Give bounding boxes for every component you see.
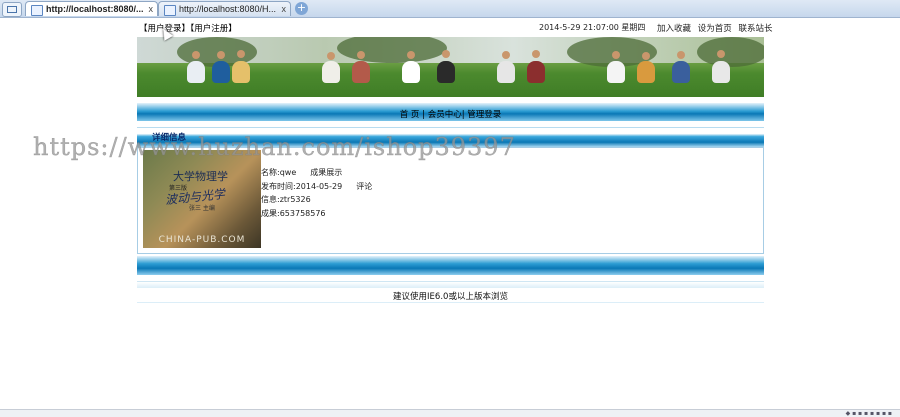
page-favicon-icon: [31, 5, 43, 16]
footer-text: 建议使用IE6.0或以上版本浏览: [393, 292, 508, 302]
banner-image: [137, 37, 764, 97]
top-info-bar: 【用户登录】【用户注册】 2014-5-29 21:07:00 星期四 加入收藏…: [137, 20, 772, 34]
current-datetime: 2014-5-29 21:07:00 星期四: [539, 23, 646, 32]
nav-separator: |: [422, 110, 425, 120]
new-tab-icon[interactable]: +: [295, 2, 308, 15]
nav-member-center[interactable]: 会员中心: [428, 110, 462, 120]
contact-admin-link[interactable]: 联系站长: [738, 24, 772, 34]
page-favicon-icon: [164, 5, 176, 16]
browser-tab-inactive[interactable]: http://localhost:8080/H... x: [158, 1, 291, 16]
comment-link[interactable]: 评论: [356, 182, 372, 191]
book-title: 大学物理学: [173, 170, 228, 183]
book-cover-image: 大学物理学 第三版 波动与光学 张三 主编 CHINA-PUB.COM: [143, 150, 261, 248]
nav-admin-login[interactable]: 管理登录: [467, 110, 501, 120]
footer-divider: [137, 281, 764, 288]
watermark: https://www.huzhan.com/ishop39397: [33, 133, 516, 161]
bottom-bar: [137, 256, 764, 275]
tab-label: http://localhost:8080/H...: [179, 4, 277, 14]
nav-separator: |: [461, 110, 465, 120]
info-row-result: 成果:653758576: [261, 208, 326, 218]
info-row-date: 发布时间:2014-05-29 评论: [261, 181, 373, 191]
tab-label: http://localhost:8080/...: [46, 4, 144, 14]
info-row-info: 信息:ztr5326: [261, 195, 311, 204]
main-nav: 首 页 | 会员中心| 管理登录: [137, 103, 764, 121]
close-tab-icon[interactable]: x: [149, 2, 154, 16]
browser-tab-bar: http://localhost:8080/... x http://local…: [0, 0, 900, 18]
footer-line: [137, 302, 764, 303]
add-favorite-link[interactable]: 加入收藏: [657, 24, 691, 34]
achievement-link[interactable]: 成果展示: [310, 168, 342, 177]
book-brand: CHINA-PUB.COM: [158, 235, 246, 245]
set-homepage-link[interactable]: 设为首页: [698, 24, 732, 34]
book-author: 张三 主编: [189, 205, 215, 212]
detail-info: 名称:qwe 成果展示 发布时间:2014-05-29 评论 信息:ztr5326 …: [261, 166, 372, 220]
auth-links: 【用户登录】【用户注册】: [139, 22, 237, 34]
nav-home[interactable]: 首 页: [400, 110, 420, 120]
browser-tab-active[interactable]: http://localhost:8080/... x: [25, 1, 158, 16]
browser-back-icon[interactable]: [2, 2, 22, 17]
user-register-link[interactable]: 【用户注册】: [190, 24, 237, 34]
top-links: 加入收藏 设为首页 联系站长: [657, 22, 776, 34]
info-row-name: 名称:qwe 成果展示: [261, 168, 343, 177]
close-tab-icon[interactable]: x: [282, 2, 287, 16]
